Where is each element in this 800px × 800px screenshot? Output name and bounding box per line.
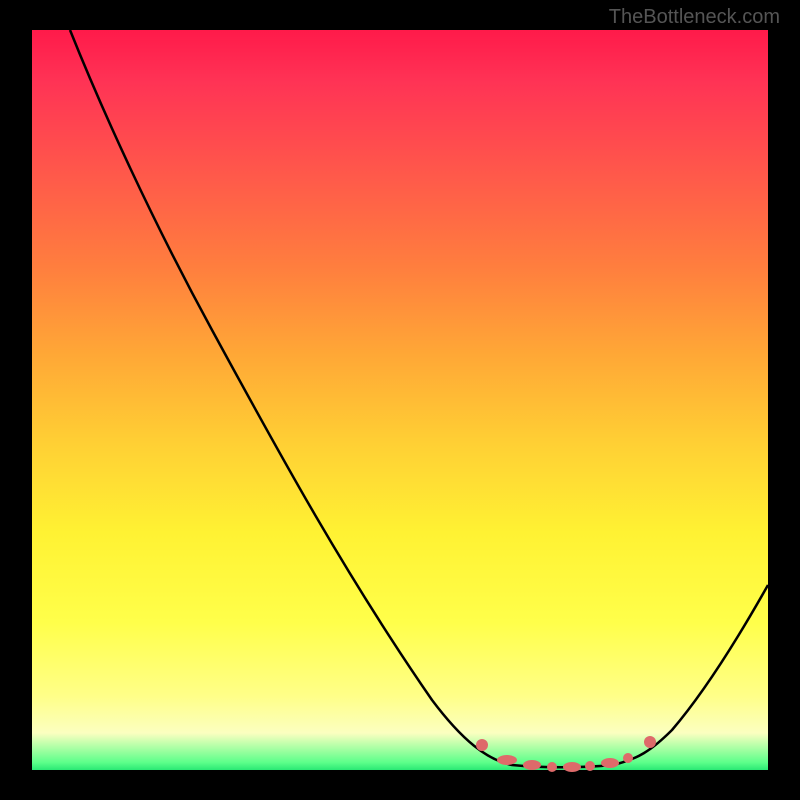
marker-dot: [547, 762, 557, 772]
chart-plot-area: [32, 30, 768, 770]
dotted-marker-group: [476, 736, 656, 772]
marker-dot: [601, 758, 619, 768]
chart-svg: [32, 30, 768, 770]
marker-dot: [585, 761, 595, 771]
marker-dot: [476, 739, 488, 751]
marker-dot: [623, 753, 633, 763]
watermark-text: TheBottleneck.com: [609, 6, 780, 29]
marker-dot: [644, 736, 656, 748]
marker-dot: [523, 760, 541, 770]
marker-dot: [497, 755, 517, 765]
bottleneck-curve-line: [70, 30, 768, 767]
marker-dot: [563, 762, 581, 772]
